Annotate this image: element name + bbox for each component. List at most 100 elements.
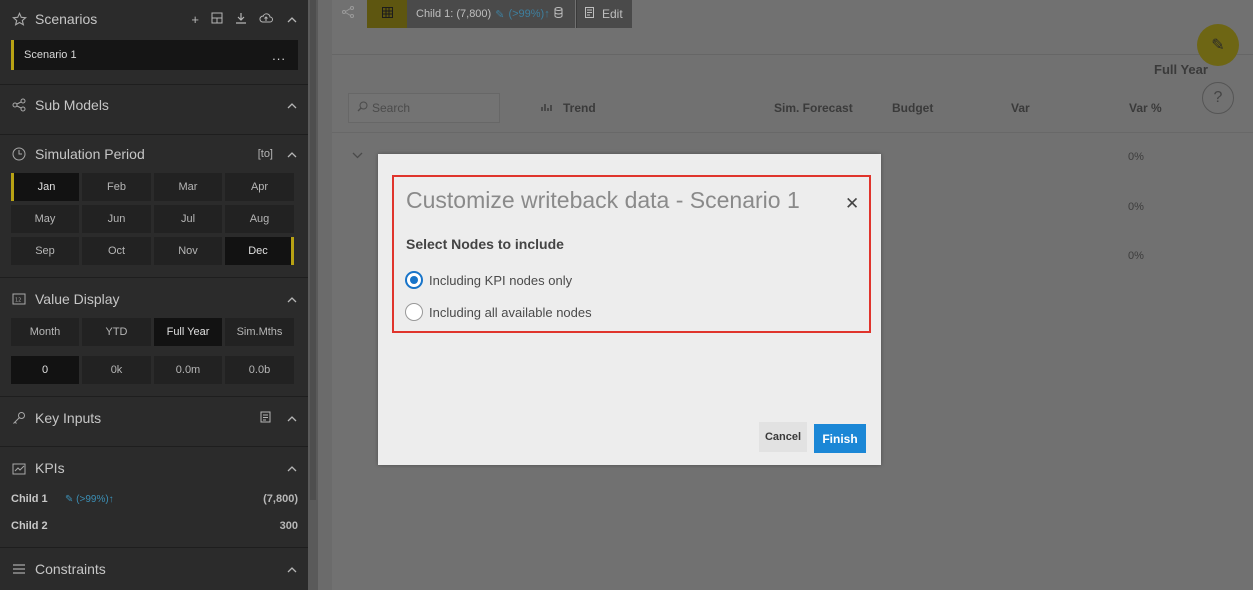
scenario-name: Scenario 1 bbox=[24, 49, 77, 61]
option-label: Including all available nodes bbox=[429, 304, 592, 320]
close-icon[interactable]: ✕ bbox=[845, 194, 859, 214]
month-dec[interactable]: Dec bbox=[225, 237, 294, 265]
grid-view-button[interactable] bbox=[367, 0, 407, 28]
chevron-up-icon[interactable] bbox=[285, 12, 299, 26]
value-display-header[interactable]: 12 Value Display bbox=[0, 284, 308, 314]
pencil-icon: ✎ bbox=[1211, 37, 1225, 54]
column-trend[interactable]: Trend bbox=[563, 101, 596, 115]
database-icon[interactable] bbox=[554, 7, 563, 21]
option-kpi-nodes[interactable]: Including KPI nodes only bbox=[405, 271, 572, 289]
search-icon bbox=[357, 101, 368, 115]
chevron-down-icon[interactable] bbox=[352, 150, 363, 162]
var-pct-cell: 0% bbox=[1128, 250, 1144, 262]
menu-icon bbox=[11, 561, 27, 577]
mode-sim-mths[interactable]: Sim.Mths bbox=[225, 318, 294, 346]
search-input[interactable]: Search bbox=[348, 93, 500, 123]
format-0k[interactable]: 0k bbox=[82, 356, 151, 384]
month-jul[interactable]: Jul bbox=[154, 205, 222, 233]
var-pct-cell: 0% bbox=[1128, 201, 1144, 213]
month-jun[interactable]: Jun bbox=[82, 205, 151, 233]
mode-ytd[interactable]: YTD bbox=[82, 318, 151, 346]
option-label: Including KPI nodes only bbox=[429, 272, 573, 288]
divider bbox=[0, 547, 308, 548]
layout-icon[interactable] bbox=[211, 12, 223, 27]
chevron-up-icon[interactable] bbox=[285, 411, 299, 425]
key-inputs-header[interactable]: Key Inputs bbox=[0, 403, 308, 433]
mode-full-year[interactable]: Full Year bbox=[154, 318, 222, 346]
month-may[interactable]: May bbox=[11, 205, 79, 233]
scenarios-title: Scenarios bbox=[35, 11, 98, 27]
search-placeholder: Search bbox=[372, 101, 411, 115]
chevron-up-icon[interactable] bbox=[285, 98, 299, 112]
kpis-title: KPIs bbox=[35, 460, 65, 476]
cancel-button[interactable]: Cancel bbox=[759, 422, 807, 452]
key-inputs-title: Key Inputs bbox=[35, 410, 102, 426]
cloud-upload-icon[interactable] bbox=[259, 12, 273, 27]
month-apr[interactable]: Apr bbox=[225, 173, 294, 201]
svg-text:12: 12 bbox=[15, 298, 21, 304]
kpi-label: Child 2 bbox=[11, 520, 48, 532]
help-icon[interactable]: ? bbox=[1202, 82, 1234, 114]
edit-fab[interactable]: ✎ bbox=[1197, 24, 1239, 66]
period-tag[interactable]: [to] bbox=[258, 148, 273, 160]
month-feb[interactable]: Feb bbox=[82, 173, 151, 201]
radio-selected[interactable] bbox=[405, 271, 423, 289]
month-mar[interactable]: Mar bbox=[154, 173, 222, 201]
simulation-period-header[interactable]: Simulation Period [to] bbox=[0, 139, 308, 169]
column-var-pct[interactable]: Var % bbox=[1129, 101, 1162, 115]
scenarios-header[interactable]: Scenarios + bbox=[0, 4, 308, 34]
kpi-value: 300 bbox=[279, 520, 298, 532]
display-icon: 12 bbox=[11, 291, 27, 307]
sidebar: Scenarios + Scenario 1 ... Sub Models Si… bbox=[0, 0, 308, 590]
month-nov[interactable]: Nov bbox=[154, 237, 222, 265]
month-sep[interactable]: Sep bbox=[11, 237, 79, 265]
divider bbox=[0, 84, 308, 85]
row-divider bbox=[332, 132, 1253, 133]
edit-label: Edit bbox=[602, 7, 623, 21]
month-aug[interactable]: Aug bbox=[225, 205, 294, 233]
column-var[interactable]: Var bbox=[1011, 101, 1030, 115]
chevron-up-icon[interactable] bbox=[285, 147, 299, 161]
radio-unselected[interactable] bbox=[405, 303, 423, 321]
add-icon[interactable]: + bbox=[191, 12, 199, 27]
kpis-header[interactable]: KPIs bbox=[0, 453, 308, 483]
format-0-0m[interactable]: 0.0m bbox=[154, 356, 222, 384]
chevron-up-icon[interactable] bbox=[285, 292, 299, 306]
month-oct[interactable]: Oct bbox=[82, 237, 151, 265]
header-divider bbox=[332, 54, 1253, 55]
kpi-badge-text: (>99%)↑ bbox=[76, 493, 114, 505]
period-header: Full Year bbox=[1154, 62, 1208, 77]
more-options-icon[interactable]: ... bbox=[272, 48, 286, 63]
sub-models-title: Sub Models bbox=[35, 97, 109, 113]
chevron-up-icon[interactable] bbox=[285, 461, 299, 475]
sidebar-scroll-thumb[interactable] bbox=[310, 0, 316, 500]
format-0[interactable]: 0 bbox=[11, 356, 79, 384]
edit-list-icon[interactable] bbox=[260, 411, 273, 426]
sub-models-header[interactable]: Sub Models bbox=[0, 90, 308, 120]
column-sim-forecast[interactable]: Sim. Forecast bbox=[774, 101, 853, 115]
divider bbox=[0, 277, 308, 278]
constraints-header[interactable]: Constraints bbox=[0, 554, 308, 584]
child-selector[interactable]: Child 1: (7,800) ✎ (>99%)↑ bbox=[407, 0, 575, 28]
graph-view-icon[interactable] bbox=[338, 2, 358, 22]
chart-icon bbox=[11, 460, 27, 476]
download-icon[interactable] bbox=[235, 12, 247, 27]
chevron-up-icon[interactable] bbox=[285, 562, 299, 576]
option-all-nodes[interactable]: Including all available nodes bbox=[405, 303, 592, 321]
format-0-0b[interactable]: 0.0b bbox=[225, 356, 294, 384]
mode-month[interactable]: Month bbox=[11, 318, 79, 346]
column-budget[interactable]: Budget bbox=[892, 101, 933, 115]
scenario-item[interactable]: Scenario 1 ... bbox=[11, 40, 298, 70]
dialog-subtitle: Select Nodes to include bbox=[406, 236, 564, 252]
edit-button[interactable]: Edit bbox=[576, 0, 632, 28]
kpi-value: (7,800) bbox=[263, 493, 298, 505]
dialog-title: Customize writeback data - Scenario 1 bbox=[406, 187, 800, 213]
kpi-label: Child 1 bbox=[11, 493, 48, 505]
kpi-row[interactable]: Child 2 300 bbox=[11, 517, 298, 535]
kpi-row[interactable]: Child 1 ✎ (>99%)↑ (7,800) bbox=[11, 490, 298, 508]
month-jan[interactable]: Jan bbox=[11, 173, 79, 201]
child-label: Child 1: (7,800) bbox=[416, 8, 492, 20]
writeback-dialog: Customize writeback data - Scenario 1 ✕ … bbox=[378, 154, 881, 465]
finish-button[interactable]: Finish bbox=[814, 424, 866, 453]
grid-icon bbox=[381, 7, 393, 21]
